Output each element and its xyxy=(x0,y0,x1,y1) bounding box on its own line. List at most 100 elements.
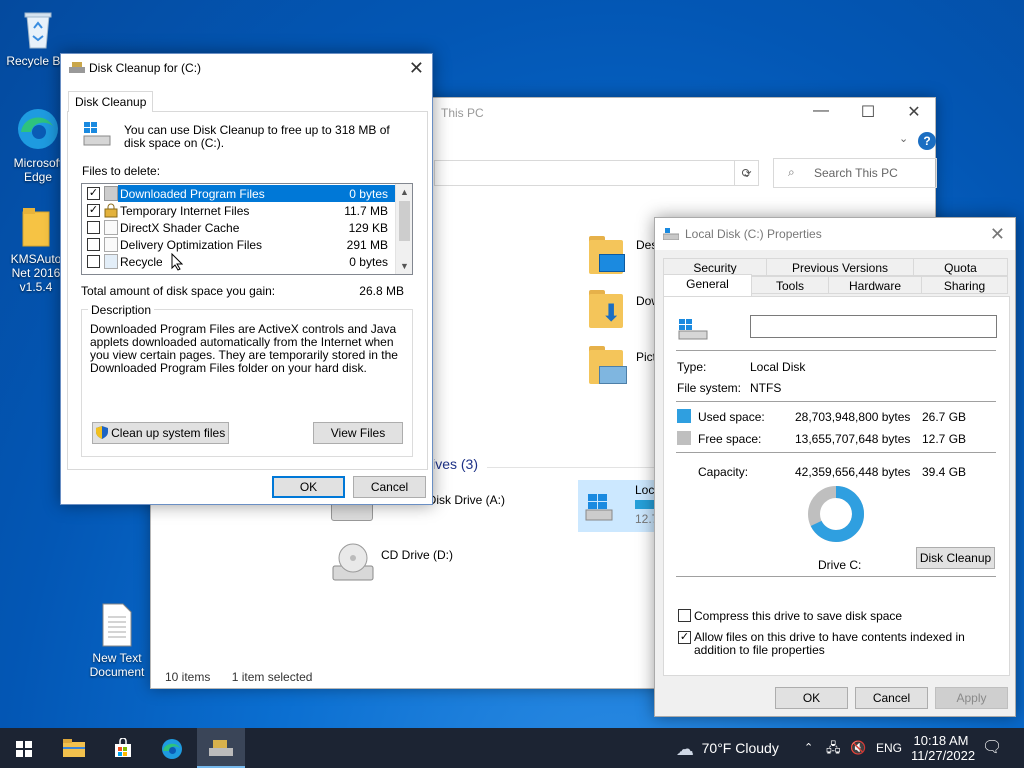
free-space-swatch xyxy=(677,431,691,445)
clock[interactable]: 10:18 AM 11/27/2022 xyxy=(911,728,975,768)
drive-label: Local Disk (C:) xyxy=(635,483,655,497)
taskbar-edge[interactable] xyxy=(148,728,196,768)
list-item[interactable]: DirectX Shader Cache 129 KB xyxy=(82,219,396,236)
taskbar: ☁ 70°F Cloudy ⌃ 🖧 🔇 ENG 10:18 AM 11/27/2… xyxy=(0,728,1024,768)
close-button[interactable]: ✕ xyxy=(990,224,1005,245)
total-value: 26.8 MB xyxy=(359,284,404,298)
checkbox[interactable] xyxy=(87,221,100,234)
maximize-button[interactable]: ☐ xyxy=(845,102,891,122)
cancel-button[interactable]: Cancel xyxy=(855,687,928,709)
minimize-button[interactable]: — xyxy=(798,102,844,120)
search-icon: ⌕ xyxy=(788,165,795,179)
mouse-cursor-icon xyxy=(171,252,184,271)
clean-up-system-files-button[interactable]: Clean up system files xyxy=(92,422,229,444)
used-space-bytes: 28,703,948,800 bytes xyxy=(795,410,911,424)
total-label: Total amount of disk space you gain: xyxy=(81,284,276,298)
description-group: Description Downloaded Program Files are… xyxy=(81,303,413,457)
start-button[interactable] xyxy=(0,728,48,768)
drive-icon xyxy=(662,228,680,241)
disk-cleanup-icon xyxy=(209,740,233,756)
tab-hardware[interactable]: Hardware xyxy=(828,276,922,294)
disk-cleanup-dialog: Disk Cleanup for (C:) ✕ Disk Cleanup You… xyxy=(60,53,433,505)
network-icon[interactable]: 🖧 xyxy=(826,728,841,768)
index-checkbox[interactable]: ✓ xyxy=(678,631,691,644)
taskbar-disk-cleanup[interactable] xyxy=(197,728,245,768)
folder-downloads[interactable]: ⬇ xyxy=(589,288,629,332)
dialog-title: Disk Cleanup for (C:) xyxy=(89,61,202,75)
checkbox[interactable]: ✓ xyxy=(87,204,100,217)
tab-general[interactable]: General xyxy=(663,274,752,296)
chevron-down-icon[interactable]: ⌄ xyxy=(899,132,908,145)
file-icon xyxy=(104,220,118,235)
capacity-label: Capacity: xyxy=(698,465,749,479)
windows-drive-icon xyxy=(584,492,614,522)
ok-button[interactable]: OK xyxy=(272,476,345,498)
text-document-icon xyxy=(101,603,133,647)
scrollbar[interactable]: ▲ ▼ xyxy=(395,184,412,274)
list-item[interactable]: ✓ Temporary Internet Files 11.7 MB xyxy=(82,202,396,219)
language-indicator[interactable]: ENG xyxy=(876,728,902,768)
files-to-delete-label: Files to delete: xyxy=(82,164,161,178)
view-files-button[interactable]: View Files xyxy=(313,422,403,444)
list-item[interactable]: ✓ Downloaded Program Files 0 bytes xyxy=(82,185,396,202)
close-button[interactable]: ✕ xyxy=(409,58,424,79)
devices-section-header[interactable]: Devices and drives (3) xyxy=(434,456,478,472)
weather-widget[interactable]: ☁ 70°F Cloudy xyxy=(676,728,779,768)
chevron-up-icon[interactable]: ▲ xyxy=(396,184,413,200)
list-item[interactable]: Delivery Optimization Files 291 MB xyxy=(82,236,396,253)
folder-pictures[interactable] xyxy=(589,344,629,388)
tab-sharing[interactable]: Sharing xyxy=(921,276,1008,294)
tab-disk-cleanup[interactable]: Disk Cleanup xyxy=(68,91,154,112)
search-placeholder: Search This PC xyxy=(814,166,898,180)
ok-button[interactable]: OK xyxy=(775,687,848,709)
taskbar-file-explorer[interactable] xyxy=(50,728,98,768)
capacity-bytes: 42,359,656,448 bytes xyxy=(795,465,911,479)
filesystem-value: NTFS xyxy=(750,381,782,395)
notification-icon[interactable]: 🗨 xyxy=(982,728,1002,768)
used-space-label: Used space: xyxy=(698,410,765,424)
windows-drive-icon xyxy=(677,317,709,341)
scrollbar-thumb[interactable] xyxy=(399,201,410,241)
checkbox[interactable] xyxy=(87,238,100,251)
compress-checkbox[interactable] xyxy=(678,609,691,622)
lock-icon xyxy=(104,203,118,218)
selection-count: 1 item selected xyxy=(231,670,313,684)
checkbox[interactable]: ✓ xyxy=(87,187,100,200)
help-icon[interactable]: ? xyxy=(918,132,936,150)
chevron-up-icon[interactable]: ⌃ xyxy=(804,728,813,768)
files-list[interactable]: ✓ Downloaded Program Files 0 bytes ✓ Tem… xyxy=(81,183,413,275)
chevron-down-icon[interactable]: ▼ xyxy=(396,258,413,274)
item-count: 10 items xyxy=(165,670,211,684)
checkbox[interactable] xyxy=(87,255,100,268)
disk-cleanup-icon xyxy=(69,62,85,74)
tab-previous-versions[interactable]: Previous Versions xyxy=(766,258,914,276)
taskbar-store[interactable] xyxy=(99,728,147,768)
tab-quota[interactable]: Quota xyxy=(913,258,1008,276)
search-input[interactable]: ⌕ Search This PC xyxy=(773,158,937,188)
used-space-gb: 26.7 GB xyxy=(922,410,967,424)
tab-tools[interactable]: Tools xyxy=(751,276,829,294)
drive-name-input[interactable] xyxy=(750,315,997,338)
drive-local-c[interactable]: Local Disk (C:) 12.7 xyxy=(578,480,658,532)
desktop-icon-text-document[interactable]: New Text Document xyxy=(81,603,153,679)
window-title: This PC xyxy=(441,106,484,120)
close-button[interactable]: ✕ xyxy=(891,102,937,122)
list-item[interactable]: Recycle Bin 0 bytes xyxy=(82,253,396,270)
drive-label: Drive C: xyxy=(818,558,862,572)
refresh-button[interactable]: ⟳ xyxy=(734,160,758,186)
compress-label: Compress this drive to save disk space xyxy=(694,609,903,623)
description-label: Description xyxy=(88,303,155,317)
store-icon xyxy=(115,738,131,757)
apply-button[interactable]: Apply xyxy=(935,687,1008,709)
cd-drive-icon xyxy=(331,542,375,582)
disk-cleanup-button[interactable]: Disk Cleanup xyxy=(916,547,995,569)
desktop: Recycle Bin Microsoft Edge KMSAuto Net 2… xyxy=(0,0,1024,728)
folder-desktop[interactable] xyxy=(589,234,629,278)
windows-drive-icon xyxy=(82,120,112,146)
disk-usage-donut xyxy=(808,486,864,542)
address-bar[interactable]: ⌄ xyxy=(434,160,759,186)
volume-muted-icon[interactable]: 🔇 xyxy=(850,728,866,768)
type-label: Type: xyxy=(677,360,707,374)
dialog-titlebar: Disk Cleanup for (C:) ✕ xyxy=(61,54,432,84)
cancel-button[interactable]: Cancel xyxy=(353,476,426,498)
